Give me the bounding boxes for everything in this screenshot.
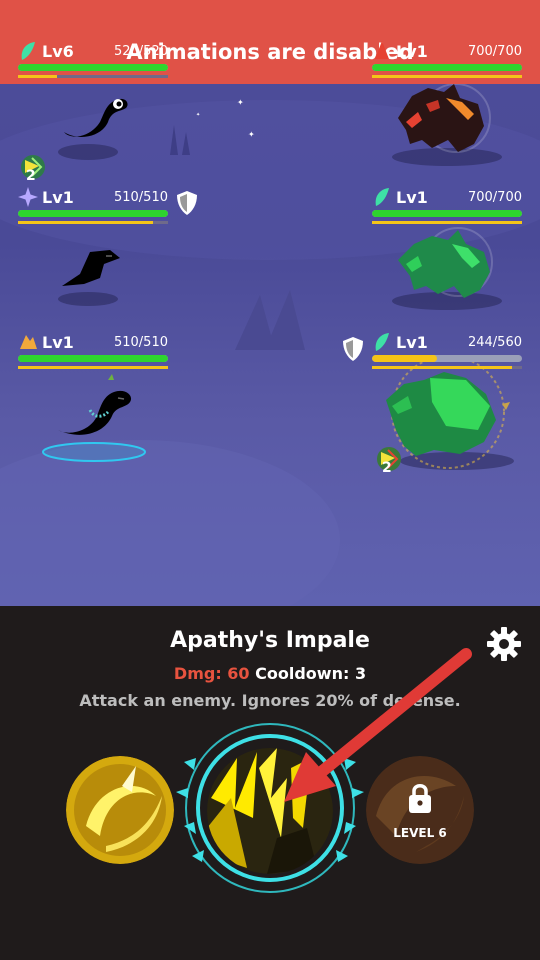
pointer-arrow bbox=[284, 648, 472, 802]
